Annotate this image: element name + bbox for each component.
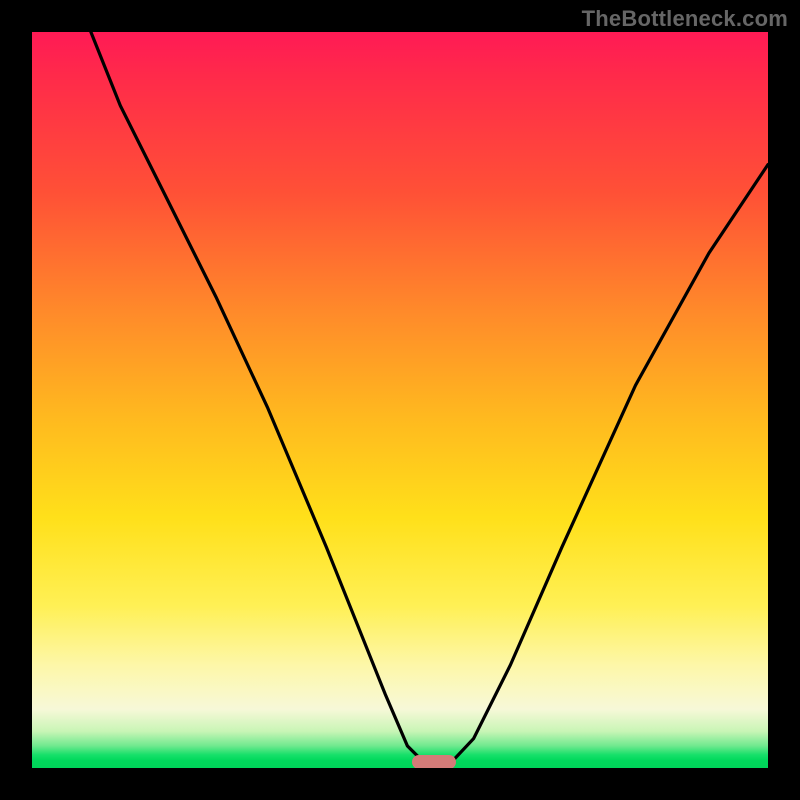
plot-area	[32, 32, 768, 768]
optimal-marker	[412, 755, 456, 768]
curve-svg	[32, 32, 768, 768]
chart-frame: TheBottleneck.com	[0, 0, 800, 800]
watermark-text: TheBottleneck.com	[582, 6, 788, 32]
bottleneck-curve	[91, 32, 768, 765]
